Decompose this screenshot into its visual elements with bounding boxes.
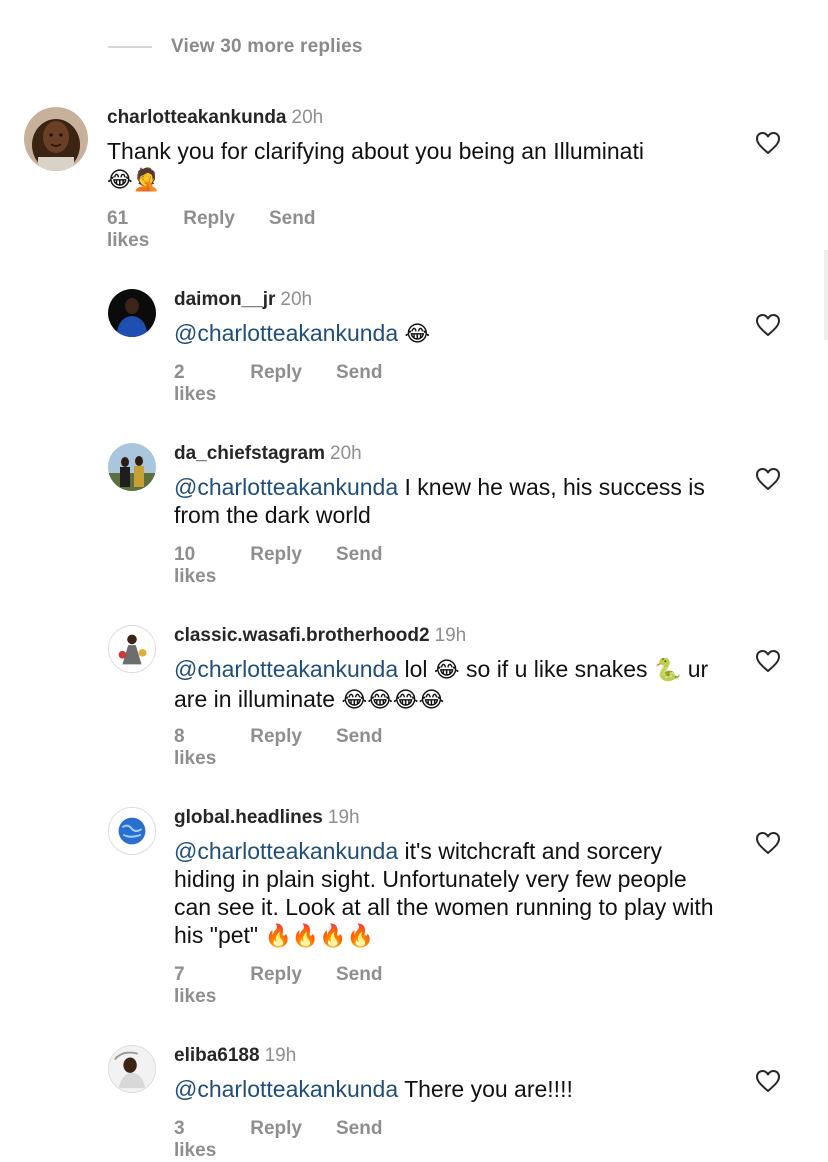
comment-text: @charlotteakankunda I knew he was, his s… (174, 473, 719, 529)
send-button[interactable]: Send (336, 544, 382, 588)
comment-header: classic.wasafi.brotherhood2 19h (174, 625, 466, 647)
comment-header: global.headlines 19h (174, 807, 360, 829)
avatar[interactable] (108, 1045, 156, 1093)
reply-button[interactable]: Reply (250, 964, 302, 1008)
reply-button[interactable]: Reply (250, 362, 302, 406)
comment-actions: 61 likes Reply Send (107, 208, 315, 252)
send-button[interactable]: Send (269, 208, 315, 252)
avatar[interactable] (108, 443, 156, 491)
comment-header: charlotteakankunda 20h (107, 107, 323, 129)
emoji-snake: 🐍 (653, 658, 682, 683)
avatar-image (109, 626, 155, 672)
username[interactable]: charlotteakankunda (107, 107, 287, 128)
timestamp: 20h (291, 107, 324, 128)
comment-body: Thank you for clarifying about you being… (107, 138, 644, 164)
comment-header: da_chiefstagram 20h (174, 443, 362, 465)
reply-button[interactable]: Reply (250, 726, 302, 770)
avatar-image (109, 1046, 155, 1092)
emoji-laughing: 😂 (433, 658, 460, 683)
mention-link[interactable]: @charlotteakankunda (174, 320, 398, 346)
avatar[interactable] (24, 107, 88, 171)
comment-header: eliba6188 19h (174, 1045, 296, 1067)
send-button[interactable]: Send (336, 726, 382, 770)
heart-outline-icon[interactable] (755, 467, 781, 491)
reply-button[interactable]: Reply (183, 208, 235, 252)
emoji-laughing: 😂😂😂😂 (341, 688, 445, 713)
likes-count[interactable]: 8 likes (174, 726, 216, 770)
avatar[interactable] (108, 625, 156, 673)
username[interactable]: global.headlines (174, 807, 323, 828)
comment-actions: 10 likes Reply Send (174, 544, 382, 588)
likes-count[interactable]: 10 likes (174, 544, 216, 588)
comment-actions: 7 likes Reply Send (174, 964, 382, 1008)
username[interactable]: da_chiefstagram (174, 443, 325, 464)
username[interactable]: daimon__jr (174, 289, 275, 310)
username[interactable]: classic.wasafi.brotherhood2 (174, 625, 430, 646)
heart-outline-icon[interactable] (755, 313, 781, 337)
likes-count[interactable]: 61 likes (107, 208, 149, 252)
divider-line (108, 46, 152, 48)
comment-text: @charlotteakankunda There you are!!!! (174, 1075, 719, 1103)
likes-count[interactable]: 2 likes (174, 362, 216, 406)
comment-header: daimon__jr 20h (174, 289, 312, 311)
avatar-image (24, 107, 88, 171)
emoji-laughing-facepalm: 😂🤦 (107, 168, 161, 193)
reply-button[interactable]: Reply (250, 1118, 302, 1162)
comment-body: lol (404, 656, 428, 682)
send-button[interactable]: Send (336, 362, 382, 406)
heart-outline-icon[interactable] (755, 649, 781, 673)
emoji-laughing: 😂 (404, 322, 431, 347)
comment-actions: 2 likes Reply Send (174, 362, 382, 406)
mention-link[interactable]: @charlotteakankunda (174, 474, 398, 500)
view-more-replies[interactable]: View 30 more replies (108, 30, 363, 64)
heart-outline-icon[interactable] (755, 131, 781, 155)
likes-count[interactable]: 3 likes (174, 1118, 216, 1162)
likes-count[interactable]: 7 likes (174, 964, 216, 1008)
scroll-edge (824, 250, 828, 340)
comment-text: Thank you for clarifying about you being… (107, 137, 652, 195)
comment-text: @charlotteakankunda lol 😂 so if u like s… (174, 655, 719, 715)
mention-link[interactable]: @charlotteakankunda (174, 1076, 398, 1102)
send-button[interactable]: Send (336, 964, 382, 1008)
username[interactable]: eliba6188 (174, 1045, 260, 1066)
comment-actions: 3 likes Reply Send (174, 1118, 382, 1162)
view-more-replies-label: View 30 more replies (171, 36, 363, 57)
avatar[interactable] (108, 807, 156, 855)
mention-link[interactable]: @charlotteakankunda (174, 838, 398, 864)
avatar-image (109, 808, 155, 854)
heart-outline-icon[interactable] (755, 1069, 781, 1093)
heart-outline-icon[interactable] (755, 831, 781, 855)
avatar-image (108, 289, 156, 337)
mention-link[interactable]: @charlotteakankunda (174, 656, 398, 682)
comment-text: @charlotteakankunda it's witchcraft and … (174, 837, 719, 951)
emoji-fire: 🔥🔥🔥🔥 (264, 924, 375, 949)
timestamp: 19h (327, 807, 360, 828)
reply-button[interactable]: Reply (250, 544, 302, 588)
timestamp: 19h (264, 1045, 297, 1066)
comment-body: so if u like snakes (466, 656, 648, 682)
avatar-image (108, 443, 156, 491)
send-button[interactable]: Send (336, 1118, 382, 1162)
timestamp: 19h (434, 625, 467, 646)
avatar[interactable] (108, 289, 156, 337)
comment-actions: 8 likes Reply Send (174, 726, 382, 770)
comment-text: @charlotteakankunda 😂 (174, 319, 719, 349)
timestamp: 20h (280, 289, 313, 310)
comment-body: There you are!!!! (404, 1076, 573, 1102)
timestamp: 20h (330, 443, 362, 464)
